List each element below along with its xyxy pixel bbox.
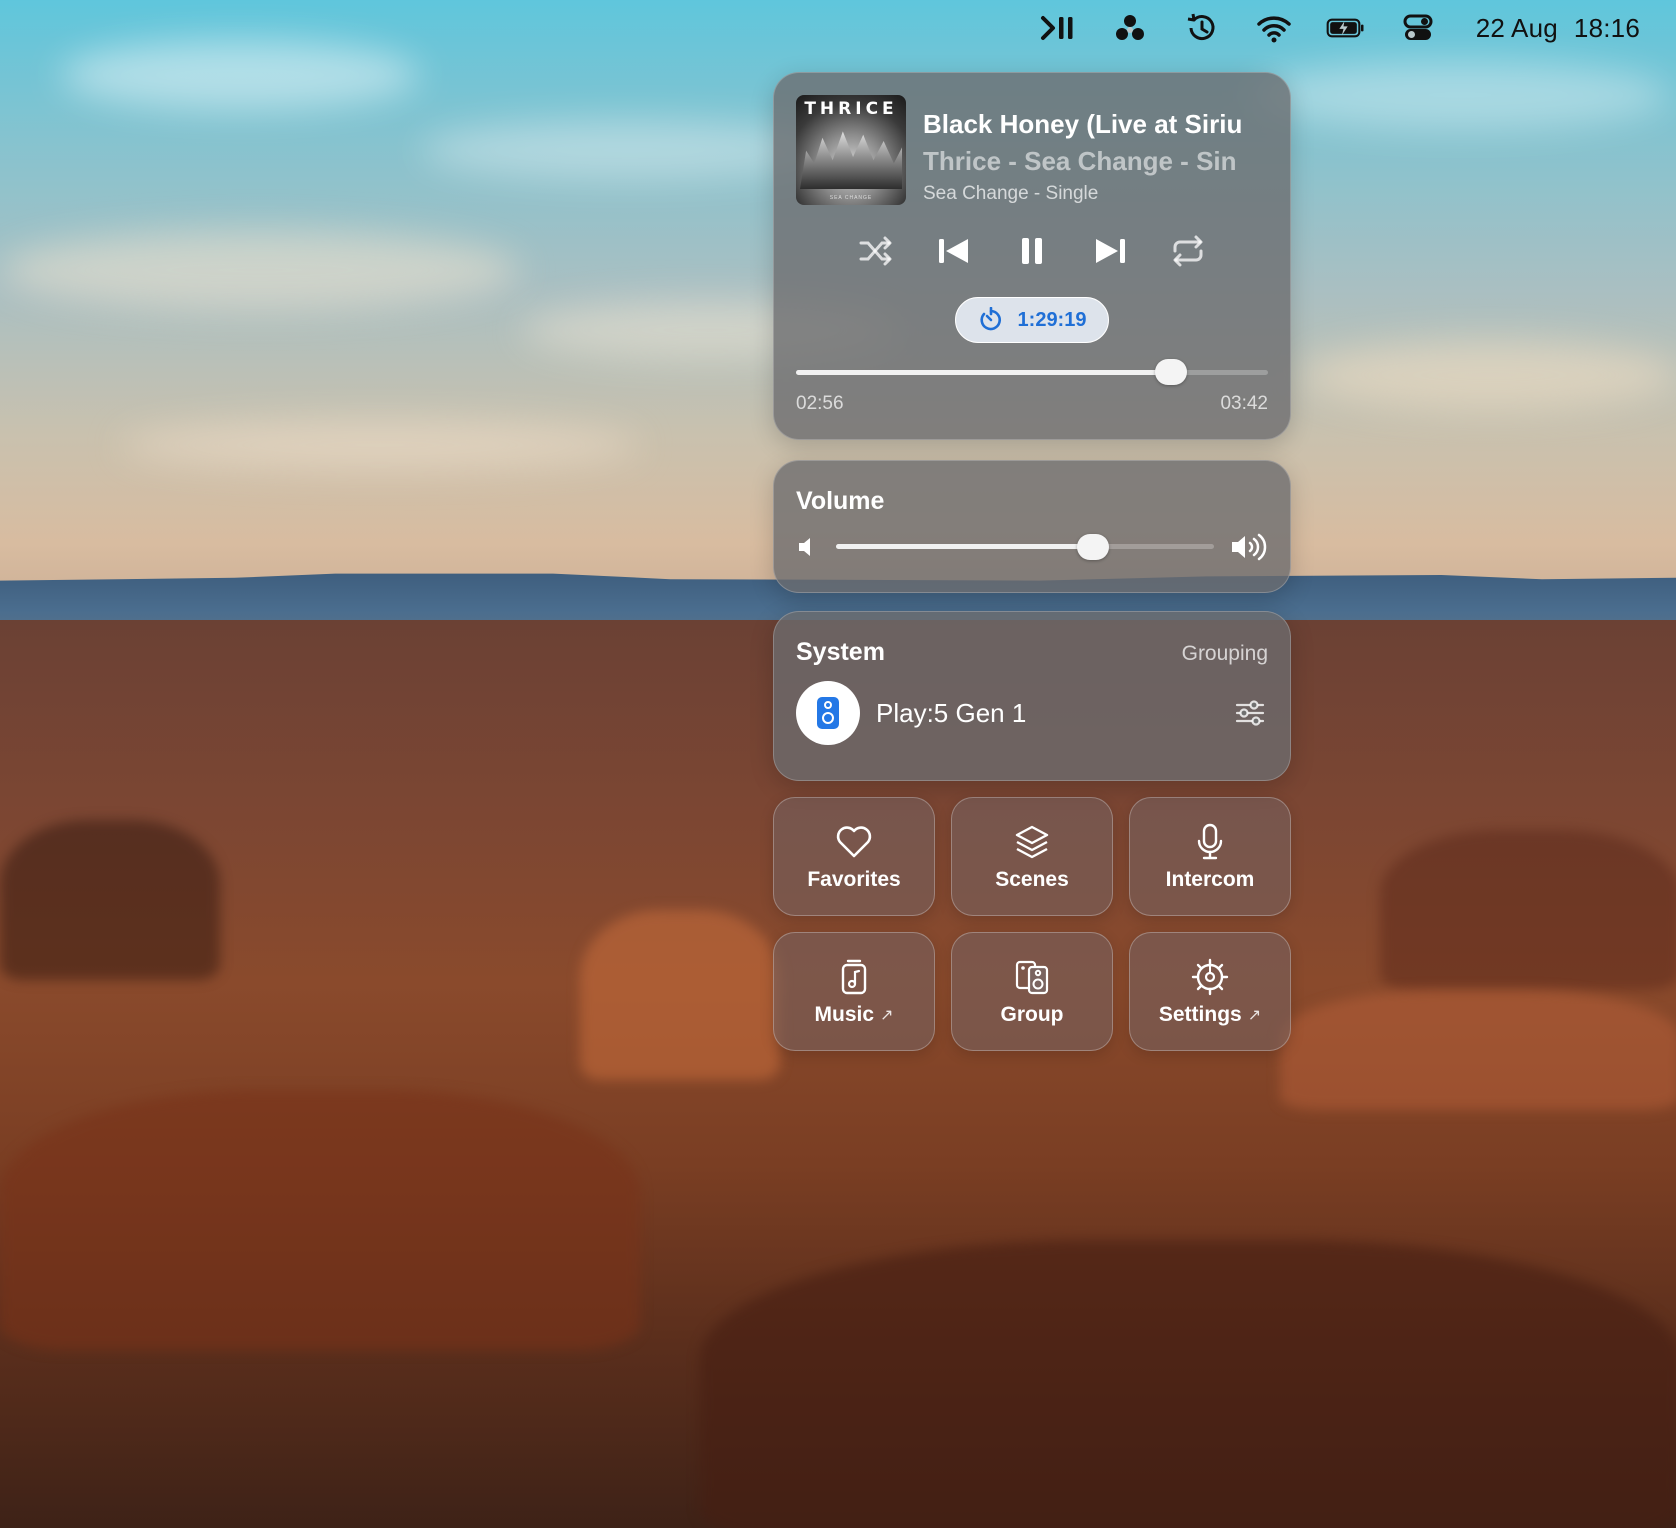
settings-label: Settings <box>1158 1002 1242 1026</box>
artwork-mountains <box>800 131 902 189</box>
volume-fill <box>836 544 1094 549</box>
pause-button[interactable] <box>1008 231 1056 271</box>
sonos-triangle-icon[interactable] <box>1110 10 1150 46</box>
menu-bar-clock[interactable]: 22 Aug 18:16 <box>1476 13 1640 44</box>
sleep-timer-button[interactable]: 1:29:19 <box>954 297 1110 343</box>
battery-charging-icon[interactable] <box>1326 10 1366 46</box>
settings-tile[interactable]: Settings ↗ <box>1129 932 1291 1051</box>
elapsed-time: 02:56 <box>796 393 844 414</box>
favorites-label: Favorites <box>807 867 901 891</box>
previous-track-button[interactable] <box>930 231 978 271</box>
previous-icon <box>939 239 968 263</box>
playback-controls <box>796 231 1268 271</box>
action-tiles: Favorites Scenes Intercom Music ↗ Group S… <box>773 797 1291 1051</box>
intercom-label: Intercom <box>1165 867 1255 891</box>
track-artist-line: Thrice - Sea Change - Sin <box>923 146 1237 176</box>
heart-icon <box>836 825 872 857</box>
timer-icon <box>979 307 1001 331</box>
speaker-avatar <box>796 681 860 745</box>
wallpaper-cloud <box>120 420 640 470</box>
layers-icon <box>1015 825 1049 858</box>
microphone-icon <box>1197 823 1223 859</box>
shuffle-icon <box>859 236 892 266</box>
next-track-button[interactable] <box>1086 231 1134 271</box>
equalizer-settings-icon[interactable] <box>1232 697 1268 729</box>
wallpaper-rock <box>1280 990 1676 1110</box>
menu-bar-date: 22 Aug <box>1475 12 1558 43</box>
repeat-button[interactable] <box>1164 231 1212 271</box>
volume-title: Volume <box>796 487 885 515</box>
wallpaper-rock <box>580 910 780 1080</box>
favorites-tile[interactable]: Favorites <box>773 797 935 916</box>
volume-low-icon[interactable] <box>796 535 820 559</box>
album-artwork: THRICE SEA CHANGE <box>796 95 906 205</box>
next-icon <box>1096 239 1125 263</box>
control-center-icon[interactable] <box>1398 10 1438 46</box>
wallpaper-cloud <box>0 230 520 310</box>
device-name: Play:5 Gen 1 <box>876 697 1027 728</box>
repeat-icon <box>1173 235 1203 267</box>
volume-high-icon[interactable] <box>1230 532 1268 562</box>
progress-knob[interactable] <box>1154 359 1187 385</box>
music-tile[interactable]: Music ↗ <box>773 932 935 1051</box>
group-tile[interactable]: Group <box>951 932 1113 1051</box>
intercom-tile[interactable]: Intercom <box>1129 797 1291 916</box>
sleep-timer-value: 1:29:19 <box>1017 308 1087 331</box>
time-machine-icon[interactable] <box>1182 10 1222 46</box>
track-album: Sea Change - Single <box>923 183 1099 204</box>
volume-card: Volume <box>773 460 1291 593</box>
pause-icon <box>1022 238 1042 264</box>
menu-bar: 22 Aug 18:16 <box>0 0 1676 56</box>
wifi-icon[interactable] <box>1254 10 1294 46</box>
device-row[interactable]: Play:5 Gen 1 <box>796 681 1268 745</box>
gear-icon <box>1191 958 1229 995</box>
music-app-icon <box>841 959 867 994</box>
artwork-title: THRICE <box>804 99 898 119</box>
play-pause-menu-icon[interactable] <box>1038 10 1078 46</box>
progress-fill <box>796 370 1171 375</box>
group-label: Group <box>1000 1002 1064 1026</box>
wallpaper-cloud <box>1300 340 1676 410</box>
external-link-icon: ↗ <box>880 1006 894 1024</box>
grouping-button[interactable]: Grouping <box>1182 642 1268 666</box>
music-label: Music <box>814 1002 875 1026</box>
wallpaper-cloud <box>1250 60 1670 130</box>
external-link-icon: ↗ <box>1247 1006 1262 1024</box>
wallpaper-rock <box>0 1090 640 1350</box>
wallpaper-rock <box>700 1240 1676 1528</box>
scenes-label: Scenes <box>995 867 1069 891</box>
artwork-subtitle: SEA CHANGE <box>829 195 873 201</box>
now-playing-card: THRICE SEA CHANGE Black Honey (Live at S… <box>773 72 1291 440</box>
shuffle-button[interactable] <box>852 231 900 271</box>
speaker-icon <box>817 697 839 729</box>
menu-bar-time: 18:16 <box>1573 12 1640 43</box>
group-speakers-icon <box>1015 960 1049 994</box>
track-title: Black Honey (Live at Siriu <box>923 109 1243 139</box>
wallpaper-rock <box>0 820 220 980</box>
sonos-menu-panel: THRICE SEA CHANGE Black Honey (Live at S… <box>773 72 1291 1051</box>
system-card: System Grouping Play:5 Gen 1 <box>773 611 1291 781</box>
track-duration: 03:42 <box>1220 393 1268 414</box>
volume-knob[interactable] <box>1077 534 1110 560</box>
volume-slider[interactable] <box>836 534 1214 560</box>
playback-progress-slider[interactable] <box>796 359 1268 385</box>
scenes-tile[interactable]: Scenes <box>951 797 1113 916</box>
system-title: System <box>796 638 885 666</box>
wallpaper-rock <box>1380 830 1676 990</box>
